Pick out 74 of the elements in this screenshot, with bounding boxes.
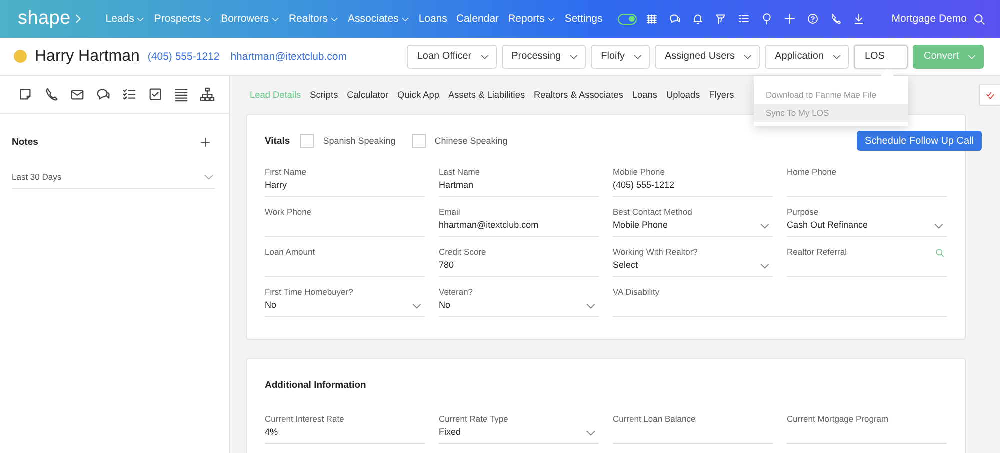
toggle-switch[interactable] <box>618 14 637 24</box>
tab[interactable]: Uploads <box>666 90 700 100</box>
nav-link[interactable]: Calendar <box>456 13 500 25</box>
select-field[interactable]: Purpose Cash Out Refinance <box>787 206 947 237</box>
chat-icon[interactable] <box>96 87 111 102</box>
input-field[interactable]: Work Phone <box>265 206 425 237</box>
search-field[interactable]: Realtor Referral <box>787 246 947 277</box>
bell-icon[interactable] <box>692 13 704 25</box>
search-icon[interactable] <box>973 12 986 26</box>
grid-icon[interactable] <box>646 13 658 25</box>
email-link[interactable]: hhartman@itextclub.com <box>230 50 348 62</box>
input-field[interactable]: First Name Harry <box>265 166 425 197</box>
chat-icon[interactable] <box>668 13 681 25</box>
mail-icon[interactable] <box>70 87 85 102</box>
phone-icon[interactable] <box>830 13 842 25</box>
input-field[interactable]: Last Name Hartman <box>439 166 599 197</box>
input-field[interactable]: VA Disability <box>613 286 947 317</box>
phone-icon[interactable] <box>44 87 59 102</box>
filter-select[interactable]: Last 30 Days <box>12 166 215 189</box>
select-field[interactable]: Veteran? No <box>439 286 599 317</box>
lead-name: Harry Hartman <box>35 48 140 66</box>
list-icon[interactable] <box>738 13 750 25</box>
double-check-icon <box>984 90 996 100</box>
section-title: Vitals <box>265 136 290 146</box>
input-field[interactable]: Current Loan Balance <box>613 413 773 444</box>
tab[interactable]: Loans <box>632 90 658 100</box>
notes-title: Notes <box>12 136 38 148</box>
search-icon <box>935 248 945 258</box>
input-field[interactable]: Current Mortgage Program <box>787 413 947 444</box>
checkbox-label: Chinese Speaking <box>434 136 508 146</box>
section-title: Additional Information <box>265 380 366 390</box>
input-field[interactable]: Credit Score 780 <box>439 246 599 277</box>
nav-link[interactable]: Settings <box>564 13 603 25</box>
checklist-icon[interactable] <box>122 87 137 102</box>
lines-icon[interactable] <box>174 87 189 102</box>
help-icon[interactable] <box>806 13 819 25</box>
schedule-call-button[interactable]: Schedule Follow Up Call <box>857 131 982 151</box>
tab[interactable]: Assets & Liabilities <box>448 90 526 100</box>
org-chart-icon[interactable] <box>200 87 215 102</box>
status-dot-icon <box>14 50 27 63</box>
dropdown-button[interactable]: Application <box>765 44 849 68</box>
input-field[interactable]: Home Phone <box>787 166 947 197</box>
dropdown-button[interactable]: LOS <box>854 44 908 68</box>
phone-link[interactable]: (405) 555-1212 <box>148 50 220 62</box>
plus-icon[interactable] <box>784 13 796 25</box>
select-field[interactable]: First Time Homebuyer? No <box>265 286 425 317</box>
select-field[interactable]: Current Rate Type Fixed <box>439 413 599 444</box>
checkbox[interactable] <box>300 134 314 148</box>
tab[interactable]: Quick App <box>398 90 440 100</box>
checkbox-label: Spanish Speaking <box>323 136 396 146</box>
tab[interactable]: Realtors & Associates <box>534 90 624 100</box>
account-name[interactable]: Mortgage Demo <box>892 13 967 25</box>
tab[interactable]: Calculator <box>347 90 389 100</box>
nav-link[interactable]: Loans <box>418 13 448 25</box>
input-field[interactable]: Email hhartman@itextclub.com <box>439 206 599 237</box>
checks-button[interactable] <box>979 84 1000 106</box>
input-field[interactable]: Mobile Phone (405) 555-1212 <box>613 166 773 197</box>
dropdown-button[interactable]: Assigned Users <box>655 44 760 68</box>
tab[interactable]: Scripts <box>310 90 338 100</box>
select-field[interactable]: Working With Realtor? Select <box>613 246 773 277</box>
nav-link[interactable]: Reports <box>508 13 556 25</box>
select-field[interactable]: Best Contact Method Mobile Phone <box>613 206 773 237</box>
dropdown-button[interactable]: Processing <box>502 44 586 68</box>
input-field[interactable]: Loan Amount <box>265 246 425 277</box>
note-icon[interactable] <box>18 87 33 102</box>
checkbox-icon[interactable] <box>148 87 163 102</box>
tab[interactable]: Flyers <box>709 90 734 100</box>
input-field[interactable]: Current Interest Rate 4% <box>265 413 425 444</box>
dropdown-button[interactable]: Floify <box>591 44 650 68</box>
add-icon[interactable] <box>200 136 211 148</box>
nav-link[interactable]: Associates <box>348 13 410 25</box>
dropdown-button[interactable]: Loan Officer <box>407 44 497 68</box>
download-icon[interactable] <box>852 13 865 25</box>
checkbox[interactable] <box>412 134 426 148</box>
